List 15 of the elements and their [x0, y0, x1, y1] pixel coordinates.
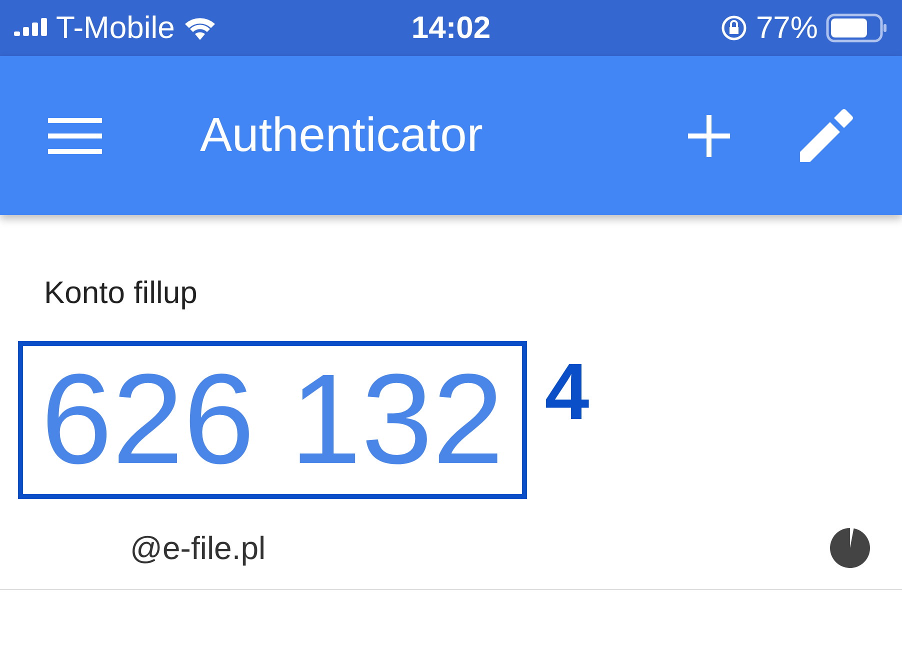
carrier-name: T-Mobile [56, 10, 175, 46]
annotation-number: 4 [544, 347, 590, 437]
rotation-lock-icon [720, 14, 748, 42]
verification-code: 626 132 [18, 341, 527, 499]
account-email: @e-file.pl [130, 530, 266, 566]
app-title: Authenticator [200, 108, 484, 163]
account-name: Konto fillup [44, 275, 198, 311]
wifi-icon [182, 15, 217, 41]
clock: 14:02 [410, 10, 492, 46]
add-icon[interactable] [688, 114, 730, 156]
menu-icon[interactable] [48, 118, 102, 154]
signal-icon [14, 18, 48, 38]
battery-percent: 77% [756, 10, 818, 46]
pencil-icon[interactable] [798, 108, 854, 164]
battery-icon [826, 13, 888, 43]
